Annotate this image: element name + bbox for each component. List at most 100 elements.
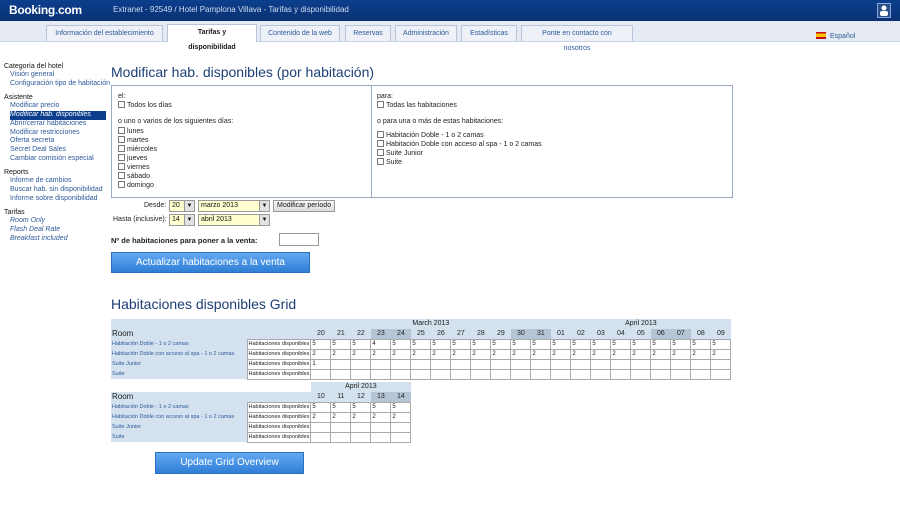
availability-cell[interactable]: 2	[350, 348, 372, 360]
modify-period-button[interactable]: Modificar período	[273, 200, 336, 212]
availability-cell[interactable]: 5	[390, 401, 412, 413]
availability-cell[interactable]: 5	[510, 338, 532, 350]
availability-cell[interactable]	[650, 358, 672, 370]
availability-cell[interactable]	[710, 358, 732, 370]
availability-cell[interactable]: 5	[690, 338, 712, 350]
sidebar-link-open-close-rooms[interactable]: Abrir/cerrar habitaciones	[4, 120, 110, 129]
availability-cell[interactable]	[330, 358, 352, 370]
availability-cell[interactable]: 5	[330, 401, 352, 413]
availability-cell[interactable]	[490, 358, 512, 370]
availability-cell[interactable]	[370, 421, 392, 433]
availability-cell[interactable]: 5	[390, 338, 412, 350]
availability-cell[interactable]: 2	[550, 348, 572, 360]
sidebar-link-room-only[interactable]: Room Only	[4, 217, 110, 226]
availability-cell[interactable]: 2	[590, 348, 612, 360]
to-day-select[interactable]: 14 ▼	[169, 214, 195, 226]
day-option-sabado[interactable]: sábado	[118, 172, 150, 181]
availability-cell[interactable]: 5	[350, 338, 372, 350]
update-grid-button[interactable]: Update Grid Overview	[155, 452, 304, 474]
sidebar-link-modify-availability[interactable]: Modificar hab. disponibles	[10, 111, 106, 120]
availability-cell[interactable]: 5	[670, 338, 692, 350]
day-option-viernes[interactable]: viernes	[118, 163, 150, 172]
language-selector[interactable]: Español	[816, 32, 855, 40]
availability-cell[interactable]: 2	[490, 348, 512, 360]
availability-cell[interactable]: 5	[350, 401, 372, 413]
availability-cell[interactable]: 2	[330, 348, 352, 360]
availability-cell[interactable]: 5	[550, 338, 572, 350]
availability-cell[interactable]: 5	[310, 338, 332, 350]
availability-cell[interactable]	[610, 368, 632, 380]
availability-cell[interactable]: 2	[450, 348, 472, 360]
availability-cell[interactable]	[530, 358, 552, 370]
availability-cell[interactable]	[370, 358, 392, 370]
sidebar-link-modify-restrictions[interactable]: Modificar restricciones	[4, 129, 110, 138]
availability-cell[interactable]: 5	[490, 338, 512, 350]
availability-cell[interactable]	[330, 421, 352, 433]
availability-cell[interactable]: 2	[670, 348, 692, 360]
availability-cell[interactable]: 2	[330, 411, 352, 423]
availability-cell[interactable]: 2	[610, 348, 632, 360]
all-days-option[interactable]: Todos los días	[118, 101, 172, 110]
availability-cell[interactable]	[310, 421, 332, 433]
availability-cell[interactable]	[530, 368, 552, 380]
availability-cell[interactable]	[630, 368, 652, 380]
availability-cell[interactable]: 5	[410, 338, 432, 350]
availability-cell[interactable]	[390, 368, 412, 380]
availability-cell[interactable]	[570, 358, 592, 370]
room-name-link[interactable]: Habitación Doble con acceso al spa - 1 o…	[111, 412, 247, 422]
room-name-link[interactable]: Habitación Doble - 1 o 2 camas	[111, 402, 247, 412]
availability-cell[interactable]	[330, 368, 352, 380]
availability-cell[interactable]: 2	[530, 348, 552, 360]
all-rooms-option[interactable]: Todas las habitaciones	[377, 101, 457, 110]
availability-cell[interactable]: 1	[310, 358, 332, 370]
day-option-martes[interactable]: martes	[118, 136, 148, 145]
rooms-to-sell-input[interactable]	[279, 233, 319, 246]
availability-cell[interactable]: 2	[410, 348, 432, 360]
sidebar-link-no-availability[interactable]: Buscar hab. sin disponibilidad	[4, 186, 110, 195]
day-option-jueves[interactable]: jueves	[118, 154, 147, 163]
day-option-lunes[interactable]: lunes	[118, 127, 144, 136]
availability-cell[interactable]	[350, 421, 372, 433]
room-name-link[interactable]: Suite	[111, 369, 247, 379]
tab-rates-availability[interactable]: Tarifas y disponibilidad	[167, 24, 257, 51]
availability-cell[interactable]	[350, 358, 372, 370]
sidebar-link-availability-report[interactable]: Informe sobre disponibilidad	[4, 195, 110, 204]
availability-cell[interactable]	[690, 368, 712, 380]
sidebar-link-breakfast[interactable]: Breakfast included	[4, 235, 110, 244]
availability-cell[interactable]: 5	[370, 401, 392, 413]
tab-reservations[interactable]: Reservas	[345, 25, 391, 41]
availability-cell[interactable]	[310, 368, 332, 380]
availability-cell[interactable]: 2	[510, 348, 532, 360]
availability-cell[interactable]	[450, 368, 472, 380]
availability-cell[interactable]	[670, 368, 692, 380]
room-option-doble-spa[interactable]: Habitación Doble con acceso al spa - 1 o…	[377, 140, 542, 149]
availability-cell[interactable]: 4	[370, 338, 392, 350]
sidebar-link-room-type-config[interactable]: Configuración tipo de habitación	[4, 80, 110, 89]
availability-cell[interactable]	[370, 431, 392, 443]
availability-cell[interactable]: 2	[370, 348, 392, 360]
all-days-checkbox[interactable]	[118, 101, 125, 108]
availability-cell[interactable]	[470, 358, 492, 370]
availability-cell[interactable]	[610, 358, 632, 370]
day-option-domingo[interactable]: domingo	[118, 181, 154, 190]
sidebar-link-secret-offer[interactable]: Oferta secreta	[4, 137, 110, 146]
availability-cell[interactable]	[590, 358, 612, 370]
availability-cell[interactable]	[410, 368, 432, 380]
availability-cell[interactable]	[430, 368, 452, 380]
to-month-select[interactable]: abril 2013 ▼	[198, 214, 270, 226]
update-rooms-button[interactable]: Actualizar habitaciones a la venta	[111, 252, 310, 273]
availability-cell[interactable]: 5	[610, 338, 632, 350]
availability-cell[interactable]	[590, 368, 612, 380]
availability-cell[interactable]	[510, 358, 532, 370]
availability-cell[interactable]	[330, 431, 352, 443]
availability-cell[interactable]: 2	[390, 348, 412, 360]
room-option-suite[interactable]: Suite	[377, 158, 402, 167]
day-option-miercoles[interactable]: miércoles	[118, 145, 157, 154]
availability-cell[interactable]	[410, 358, 432, 370]
availability-cell[interactable]	[390, 421, 412, 433]
all-rooms-checkbox[interactable]	[377, 101, 384, 108]
availability-cell[interactable]: 5	[530, 338, 552, 350]
availability-cell[interactable]: 2	[570, 348, 592, 360]
from-month-select[interactable]: marzo 2013 ▼	[198, 200, 270, 212]
room-name-link[interactable]: Suite	[111, 432, 247, 442]
